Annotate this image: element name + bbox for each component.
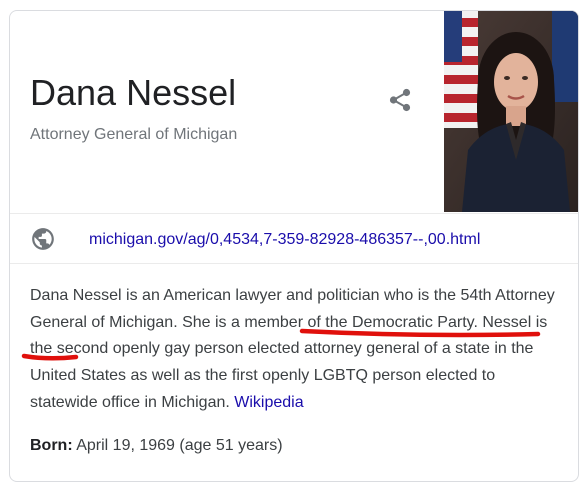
knowledge-panel: Dana Nessel Attorney General of Michigan…	[9, 10, 579, 482]
entity-title: Dana Nessel	[30, 72, 237, 113]
born-label: Born:	[30, 437, 73, 454]
share-button[interactable]	[384, 85, 416, 117]
portrait-illustration	[444, 11, 578, 212]
website-link[interactable]: michigan.gov/ag/0,4534,7-359-82928-48635…	[89, 229, 480, 251]
entity-subtitle: Attorney General of Michigan	[30, 126, 238, 143]
website-row: michigan.gov/ag/0,4534,7-359-82928-48635…	[10, 218, 578, 263]
born-fact: Born: April 19, 1969 (age 51 years)	[30, 435, 283, 457]
divider-top	[10, 213, 578, 214]
portrait-image[interactable]	[444, 11, 578, 212]
globe-icon	[30, 226, 56, 252]
entity-description: Dana Nessel is an American lawyer and po…	[30, 283, 560, 417]
divider-middle	[10, 263, 578, 264]
born-value: April 19, 1969 (age 51 years)	[72, 437, 283, 454]
description-highlight: is a member of the Democratic Party	[215, 313, 474, 331]
share-icon	[389, 88, 411, 112]
wikipedia-link[interactable]: Wikipedia	[234, 394, 303, 411]
